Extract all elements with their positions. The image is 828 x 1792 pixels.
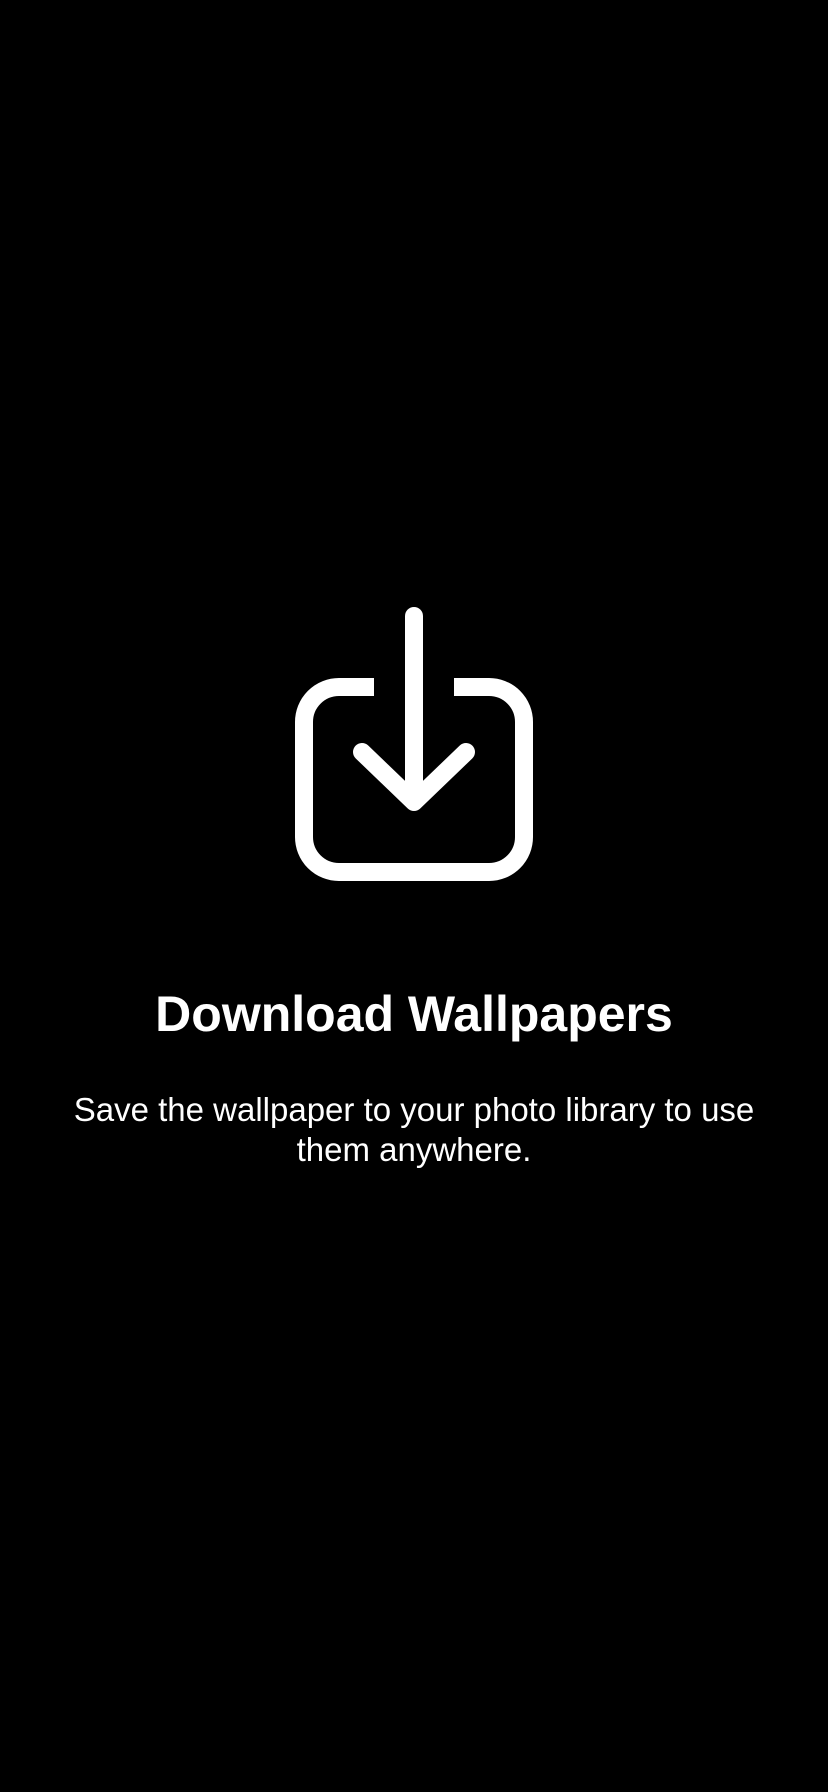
- download-icon: [294, 606, 534, 896]
- page-description: Save the wallpaper to your photo library…: [73, 1091, 755, 1168]
- page-title: Download Wallpapers: [155, 986, 673, 1042]
- onboarding-screen: Download Wallpapers Save the wallpaper t…: [0, 0, 828, 1792]
